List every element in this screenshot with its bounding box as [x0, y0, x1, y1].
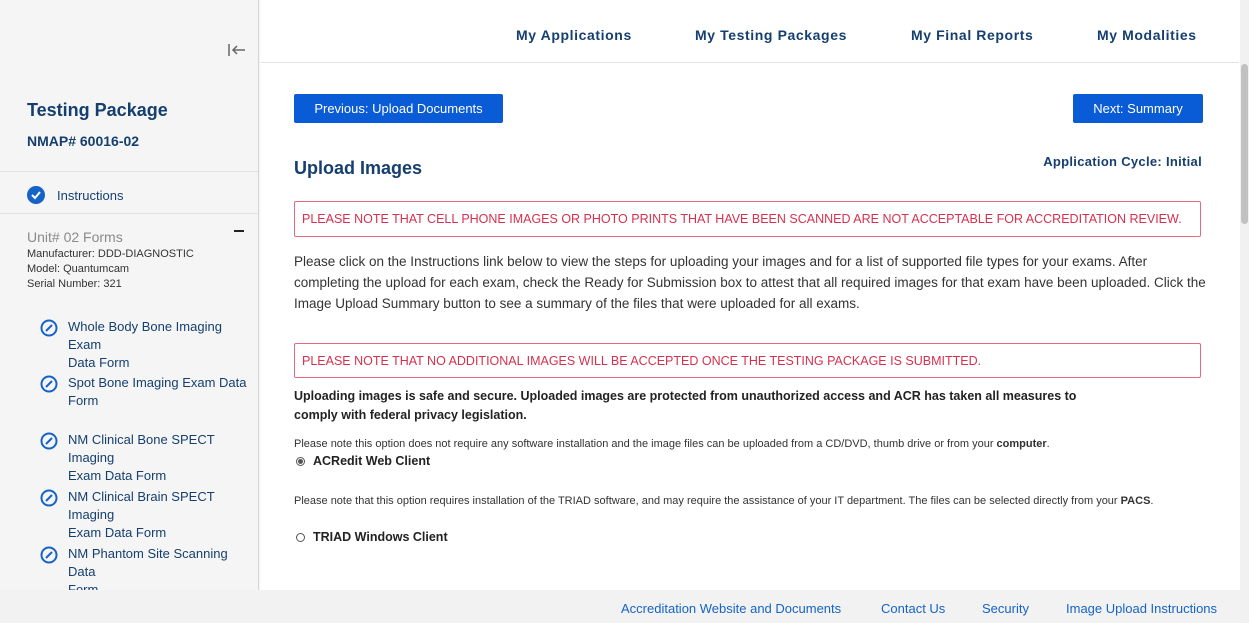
- nav-my-modalities[interactable]: My Modalities: [1097, 27, 1197, 43]
- nav-divider: [261, 62, 1239, 63]
- form-label: Spot Bone Imaging Exam Data Form: [68, 375, 247, 408]
- footer-link-image-upload-instructions[interactable]: Image Upload Instructions: [1066, 601, 1217, 616]
- sidebar-item-instructions[interactable]: Instructions: [27, 186, 123, 204]
- form-label: NM Phantom Site Scanning Data Form: [68, 546, 228, 590]
- footer-link-accreditation-website[interactable]: Accreditation Website and Documents: [621, 601, 841, 616]
- unit-model: Model: Quantumcam: [27, 263, 130, 275]
- acredit-web-client-radio[interactable]: ACRedit Web Client: [296, 454, 430, 468]
- upload-instructions-text: Please click on the Instructions link be…: [294, 254, 1206, 311]
- edit-circle-icon: [40, 319, 58, 337]
- form-label: Whole Body Bone Imaging Exam Data Form: [68, 319, 222, 370]
- triad-windows-client-radio[interactable]: TRIAD Windows Client: [296, 530, 448, 544]
- unit-manufacturer: Manufacturer: DDD-DIAGNOSTIC: [27, 248, 194, 260]
- option1-note: Please note this option does not require…: [294, 438, 1050, 450]
- unit-serial: Serial Number: 321: [27, 278, 122, 290]
- divider: [0, 213, 258, 214]
- sidebar-shadow: [258, 0, 261, 590]
- nav-my-testing-packages[interactable]: My Testing Packages: [695, 27, 847, 43]
- edit-circle-icon: [40, 546, 58, 564]
- footer: [0, 590, 1240, 623]
- minus-icon[interactable]: [234, 230, 244, 232]
- sidebar: Testing Package NMAP# 60016-02 Instructi…: [0, 0, 259, 590]
- form-label: NM Clinical Bone SPECT Imaging Exam Data …: [68, 432, 215, 483]
- application-cycle: Application Cycle: Initial: [1043, 154, 1202, 169]
- edit-circle-icon: [40, 432, 58, 450]
- radio-selected-icon: [296, 456, 305, 466]
- edit-circle-icon: [40, 375, 58, 393]
- nav-my-final-reports[interactable]: My Final Reports: [911, 27, 1033, 43]
- sidebar-form-phantom-site[interactable]: NM Phantom Site Scanning Data Form: [40, 545, 250, 590]
- next-summary-button[interactable]: Next: Summary: [1073, 94, 1203, 123]
- scrollbar-thumb[interactable]: [1241, 64, 1248, 224]
- sidebar-form-brain-spect[interactable]: NM Clinical Brain SPECT Imaging Exam Data…: [40, 488, 250, 542]
- sidebar-form-bone-spect[interactable]: NM Clinical Bone SPECT Imaging Exam Data …: [40, 431, 250, 485]
- secure-upload-text: Uploading images is safe and secure. Upl…: [294, 389, 1077, 422]
- nav-my-applications[interactable]: My Applications: [516, 27, 632, 43]
- package-title: Testing Package: [27, 100, 168, 120]
- radio-label: ACRedit Web Client: [313, 454, 431, 468]
- previous-upload-documents-button[interactable]: Previous: Upload Documents: [294, 94, 503, 123]
- unit-title: Unit# 02 Forms: [27, 229, 123, 245]
- footer-link-security[interactable]: Security: [982, 601, 1029, 616]
- alert-cell-phone-images: PLEASE NOTE THAT CELL PHONE IMAGES OR PH…: [294, 201, 1201, 237]
- sidebar-form-whole-body-bone[interactable]: Whole Body Bone Imaging Exam Data Form: [40, 318, 250, 372]
- radio-unselected-icon: [296, 532, 305, 542]
- alert-no-additional-images: PLEASE NOTE THAT NO ADDITIONAL IMAGES WI…: [294, 343, 1201, 378]
- sidebar-item-label: Instructions: [57, 187, 124, 203]
- form-label: NM Clinical Brain SPECT Imaging Exam Data…: [68, 489, 215, 540]
- footer-link-contact-us[interactable]: Contact Us: [881, 601, 945, 616]
- sidebar-form-spot-bone[interactable]: Spot Bone Imaging Exam Data Form: [40, 374, 250, 410]
- collapse-left-icon[interactable]: [226, 40, 248, 60]
- radio-label: TRIAD Windows Client: [313, 530, 448, 544]
- divider: [0, 171, 258, 172]
- package-id: NMAP# 60016-02: [27, 133, 140, 149]
- option2-note: Please note that this option requires in…: [294, 495, 1154, 507]
- check-circle-icon: [27, 186, 45, 204]
- page-title: Upload Images: [294, 158, 423, 178]
- edit-circle-icon: [40, 489, 58, 507]
